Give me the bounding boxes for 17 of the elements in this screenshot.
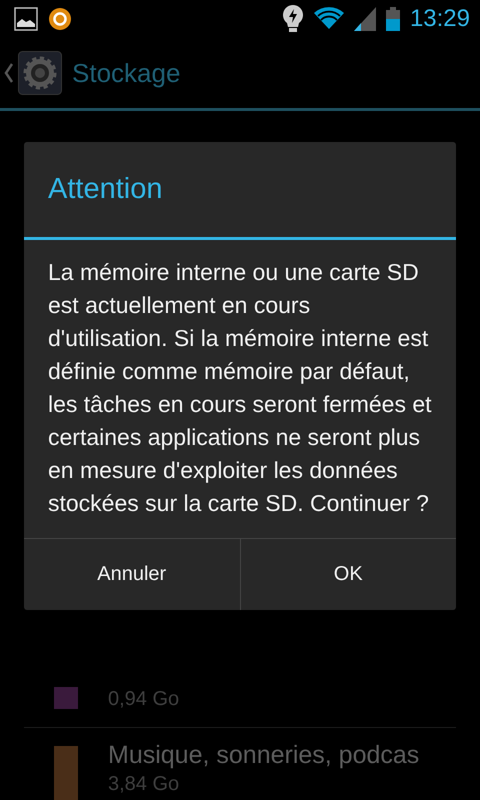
dialog-message: La mémoire interne ou une carte SD est actuellement en cours d'utilisation. Si la mémoire interne est définie comme mémoire par défaut, les tâches en cours seront fermées et certaines applications ne seront plus en mesure d'exploiter les données stockées sur la carte SD. Continuer ? [47, 258, 433, 518]
status-time: 13:29 [410, 5, 470, 33]
back-caret-icon[interactable] [4, 63, 14, 83]
dialog-title: Attention [47, 172, 164, 207]
dialog-button[interactable]: Annuler [24, 539, 240, 610]
ring-icon [48, 7, 72, 31]
wifi-icon [314, 7, 344, 31]
screen-title: Stockage [72, 58, 180, 88]
category-size: 0,94 Go [108, 687, 180, 711]
battery-icon [386, 7, 400, 31]
category-size: 3,84 Go [108, 772, 180, 796]
settings-icon[interactable] [18, 51, 62, 95]
bulb-icon [282, 4, 304, 34]
dialog-button[interactable]: OK [240, 539, 456, 610]
picture-icon [14, 7, 38, 31]
category-label: Musique, sonneries, podcas [108, 740, 420, 771]
signal-icon [354, 7, 376, 31]
